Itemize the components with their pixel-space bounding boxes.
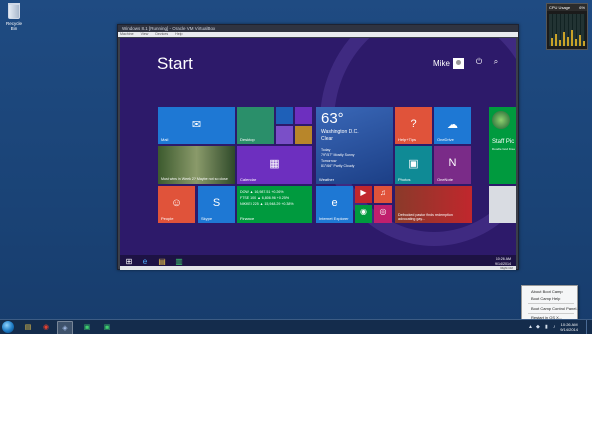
people-icon: ☺ — [170, 197, 183, 210]
cpu-usage-gadget[interactable]: CPU Usage 6% — [546, 3, 588, 50]
vm-titlebar[interactable]: Windows 8.1 [Running] - Oracle VM Virtua… — [118, 25, 518, 32]
weather-temp: 63° — [321, 110, 344, 127]
mail-icon: ✉ — [191, 119, 202, 132]
guest-clock[interactable]: 10:26 AM 9/14/2014 — [495, 257, 511, 266]
tile-news[interactable]: Must wins in Week 2? Maybe not so close — [158, 146, 235, 184]
tile-weather[interactable]: 63° Washington D.C. Clear Today 79°/57° … — [316, 107, 393, 184]
user-name: Mike — [433, 59, 450, 68]
network-icon[interactable]: ▮ — [545, 324, 548, 330]
menu-help[interactable]: Help — [175, 32, 182, 36]
recycle-bin-shortcut[interactable]: Recycle Bin — [3, 3, 25, 31]
tile-small-1[interactable] — [276, 107, 293, 124]
menu-bootcamp-control-panel[interactable]: Boot Camp Control Panel... — [531, 306, 580, 311]
tile-desktop[interactable]: Desktop — [237, 107, 274, 144]
gadget-value: 6% — [579, 5, 585, 10]
start-button[interactable] — [2, 321, 14, 333]
bootcamp-context-menu: About Boot Camp Boot Camp Help Boot Camp… — [521, 285, 580, 322]
menu-view[interactable]: View — [141, 32, 149, 36]
headphones-icon: ♫ — [380, 187, 386, 197]
store-app-icon — [492, 111, 510, 129]
ie-icon: e — [331, 197, 338, 210]
menu-about-bootcamp[interactable]: About Boot Camp — [531, 289, 563, 294]
tile-photos[interactable]: ▣ Photos — [395, 146, 432, 184]
host-key-label: Right Ctrl — [500, 266, 513, 270]
tile-skype[interactable]: S Skype — [198, 186, 235, 223]
tile-calendar[interactable]: ▦ Calendar — [237, 146, 312, 184]
start-screen: Start Mike ⏻ ⌕ ✉ Mail Desktop 63° Washin… — [120, 38, 516, 269]
tile-small-2[interactable] — [295, 107, 312, 124]
show-desktop-button[interactable] — [586, 320, 592, 334]
menu-bootcamp-help[interactable]: Boot Camp Help — [531, 296, 560, 301]
cloud-icon: ☁ — [447, 119, 458, 132]
cpu-graph — [549, 14, 585, 46]
weather-city: Washington D.C. — [321, 129, 359, 135]
start-title: Start — [157, 54, 193, 73]
tray-chevron-icon[interactable]: ▲ — [528, 324, 533, 330]
user-account[interactable]: Mike — [433, 58, 464, 69]
tile-small-3[interactable] — [276, 126, 293, 144]
tile-camera[interactable]: ◎ — [374, 205, 392, 223]
tile-games[interactable]: ◉ — [355, 205, 372, 223]
vm-statusbar: Right Ctrl — [120, 266, 516, 270]
app-green-icon[interactable]: ▣ — [80, 321, 94, 334]
tile-mail[interactable]: ✉ Mail — [158, 107, 235, 144]
volume-icon[interactable]: ♪ — [553, 324, 556, 330]
onenote-icon: N — [448, 157, 457, 170]
desktop: Recycle Bin CPU Usage 6% Windows 8.1 [Ru… — [0, 0, 592, 334]
explorer-icon[interactable]: ▤ — [21, 321, 35, 334]
chrome-icon[interactable]: ◉ — [39, 321, 53, 334]
power-icon[interactable]: ⏻ — [474, 57, 484, 67]
tile-news-2[interactable]: Defrocked pastor finds redemption advoca… — [395, 186, 472, 223]
tile-video[interactable]: ▶ — [355, 186, 372, 203]
video-icon: ▶ — [360, 187, 367, 197]
bootcamp-tray-icon[interactable]: ◆ — [536, 324, 540, 330]
weather-condition: Clear — [321, 136, 333, 142]
tile-internet-explorer[interactable]: e Internet Explorer — [316, 186, 353, 223]
tile-help-tips[interactable]: ? Help+Tips — [395, 107, 432, 144]
tile-finance[interactable]: DOW ▲ 16,987.51 +0.26% FTSE 100 ▲ 6,806.… — [237, 186, 312, 223]
camera-icon: ◎ — [379, 206, 387, 216]
tile-small-4[interactable] — [295, 126, 312, 144]
calendar-icon: ▦ — [269, 158, 280, 171]
tile-onedrive[interactable]: ☁ OneDrive — [434, 107, 471, 144]
search-icon[interactable]: ⌕ — [491, 57, 501, 67]
tile-people[interactable]: ☺ People — [158, 186, 195, 223]
games-icon: ◉ — [360, 206, 367, 216]
help-icon: ? — [410, 118, 417, 131]
menu-devices[interactable]: Devices — [155, 32, 168, 36]
taskbar: ▤ ◉ ◈ ▣ ▣ ▲ ◆ ▮ ♪ 10:26 AM 9/14/2014 — [0, 319, 592, 334]
tile-music[interactable]: ♫ — [374, 186, 392, 203]
vm-menubar: Machine View Devices Help — [118, 32, 518, 37]
recycle-bin-icon — [8, 3, 20, 19]
tile-onenote[interactable]: N OneNote — [434, 146, 471, 184]
tile-store-2[interactable] — [489, 186, 516, 223]
tile-store[interactable]: Staff Pic Doodle God Free — [489, 107, 516, 184]
gadget-title: CPU Usage — [549, 5, 571, 10]
virtualbox-icon[interactable]: ◈ — [57, 321, 73, 334]
skype-icon: S — [212, 197, 221, 210]
photo-icon: ▣ — [408, 158, 419, 171]
vm-window[interactable]: Windows 8.1 [Running] - Oracle VM Virtua… — [117, 24, 519, 270]
app-green-2-icon[interactable]: ▣ — [100, 321, 114, 334]
recycle-bin-label: Recycle Bin — [5, 21, 22, 31]
menu-machine[interactable]: Machine — [120, 32, 134, 36]
avatar — [452, 58, 464, 69]
taskbar-clock[interactable]: 10:26 AM 9/14/2014 — [560, 322, 578, 332]
